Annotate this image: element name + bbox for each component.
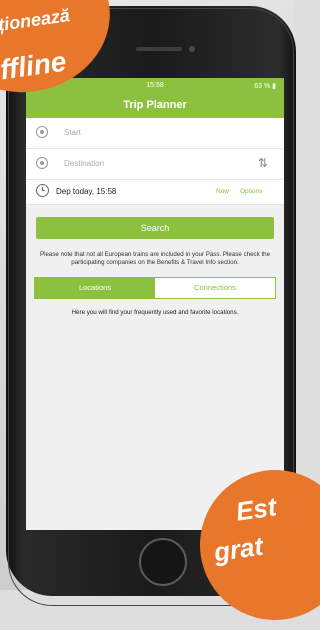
destination-input[interactable]: Destination bbox=[64, 159, 104, 168]
front-camera bbox=[189, 46, 195, 52]
battery-indicator: 63 % ▮ bbox=[254, 83, 276, 90]
speaker-grille bbox=[136, 47, 182, 51]
now-button[interactable]: Now bbox=[216, 188, 229, 195]
search-button[interactable]: Search bbox=[36, 217, 274, 239]
empty-state-hint: Here you will find your frequently used … bbox=[71, 309, 239, 316]
promo-bottom-line1: Est bbox=[234, 491, 279, 527]
status-time: 15:58 bbox=[146, 82, 164, 89]
info-note: Please note that not all European trains… bbox=[39, 251, 271, 266]
departure-row[interactable]: Dep today, 15:58 Now Options bbox=[26, 180, 284, 205]
app-screen: 15:58 63 % ▮ Trip Planner Start Destinat… bbox=[26, 78, 284, 530]
clock-icon bbox=[36, 184, 49, 197]
location-pin-icon bbox=[36, 157, 48, 169]
page-title: Trip Planner bbox=[123, 99, 187, 111]
start-field[interactable]: Start bbox=[26, 118, 284, 149]
destination-field[interactable]: Destination ⇅ bbox=[26, 149, 284, 180]
tab-locations[interactable]: Locations bbox=[35, 278, 155, 298]
swap-icon[interactable]: ⇅ bbox=[258, 156, 268, 170]
location-pin-icon bbox=[36, 126, 48, 138]
departure-time[interactable]: Dep today, 15:58 bbox=[56, 187, 116, 196]
start-input[interactable]: Start bbox=[64, 128, 81, 137]
options-button[interactable]: Options bbox=[240, 188, 262, 195]
tab-connections[interactable]: Connections bbox=[155, 278, 275, 298]
tab-bar: Locations Connections bbox=[34, 277, 276, 299]
home-button[interactable] bbox=[139, 538, 187, 586]
nav-bar: Trip Planner bbox=[26, 94, 284, 118]
